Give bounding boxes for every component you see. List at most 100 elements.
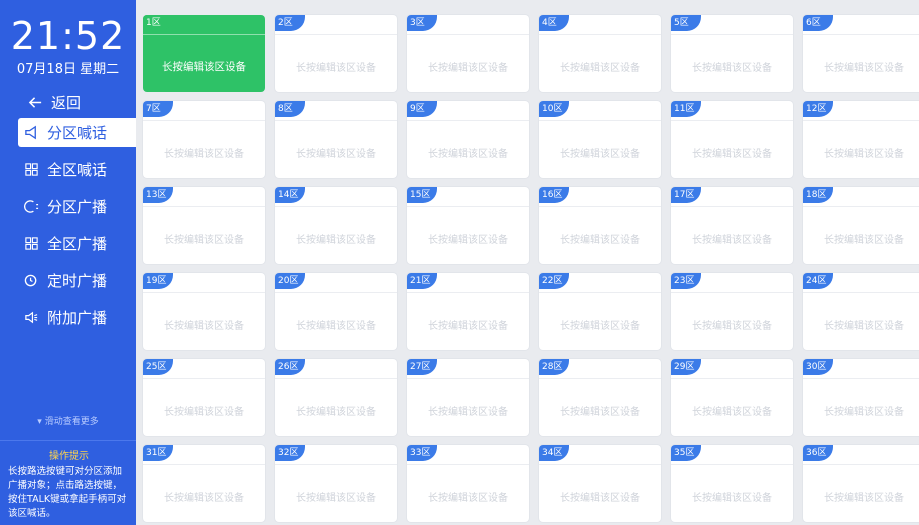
zone-tag: 26区 <box>275 359 305 375</box>
nav-item-scheduled-broadcast[interactable]: 定时广播 <box>18 266 136 295</box>
zone-tag: 9区 <box>407 101 437 117</box>
divider <box>803 206 919 207</box>
zone-card[interactable]: 3区 长按编辑该区设备 <box>407 15 529 92</box>
edit-hint: 长按编辑该区设备 <box>428 493 508 504</box>
nav-item-all-talk[interactable]: 全区喊话 <box>18 155 136 184</box>
zone-card[interactable]: 26区 长按编辑该区设备 <box>275 359 397 436</box>
zone-card[interactable]: 16区 长按编辑该区设备 <box>539 187 661 264</box>
divider <box>143 120 265 121</box>
edit-hint: 长按编辑该区设备 <box>692 63 772 74</box>
speaker-icon <box>20 310 42 325</box>
zone-tag: 4区 <box>539 15 569 31</box>
zone-card[interactable]: 30区 长按编辑该区设备 <box>803 359 919 436</box>
zone-card[interactable]: 28区 长按编辑该区设备 <box>539 359 661 436</box>
divider <box>539 206 661 207</box>
zone-card[interactable]: 24区 长按编辑该区设备 <box>803 273 919 350</box>
edit-hint: 长按编辑该区设备 <box>428 149 508 160</box>
zone-card[interactable]: 29区 长按编辑该区设备 <box>671 359 793 436</box>
divider <box>671 292 793 293</box>
scroll-more-label: 滑动查看更多 <box>44 417 99 427</box>
zone-card[interactable]: 20区 长按编辑该区设备 <box>275 273 397 350</box>
edit-hint: 长按编辑该区设备 <box>296 149 376 160</box>
zone-card[interactable]: 9区长按编辑该区设备 <box>407 101 529 178</box>
zone-card[interactable]: 5区 长按编辑该区设备 <box>671 15 793 92</box>
zone-tag: 23区 <box>671 273 701 289</box>
zone-tag: 35区 <box>671 445 701 461</box>
zone-tag: 15区 <box>407 187 437 203</box>
zone-card[interactable]: 19区 长按编辑该区设备 <box>143 273 265 350</box>
zone-tag: 25区 <box>143 359 173 375</box>
nav-item-zone-broadcast[interactable]: 分区广播 <box>18 192 136 221</box>
zone-card[interactable]: 32区 长按编辑该区设备 <box>275 445 397 522</box>
zone-card[interactable]: 14区长按编辑该区设备 <box>275 187 397 264</box>
zone-card[interactable]: 21区 长按编辑该区设备 <box>407 273 529 350</box>
zone-card[interactable]: 33区 长按编辑该区设备 <box>407 445 529 522</box>
zone-tag: 31区 <box>143 445 173 461</box>
divider <box>275 378 397 379</box>
edit-hint: 长按编辑该区设备 <box>692 235 772 246</box>
clock-date: 07月18日 星期二 <box>16 62 120 77</box>
hint-text: 长按路选按键可对分区添加广播对象；点击路选按键，按住TALK键或拿起手柄可对该区… <box>8 466 127 519</box>
divider <box>803 120 919 121</box>
zone-card[interactable]: 27区 长按编辑该区设备 <box>407 359 529 436</box>
zone-card[interactable]: 36区长按编辑该区设备 <box>803 445 919 522</box>
nav-item-zone-talk[interactable]: 分区喊话 <box>18 118 136 147</box>
zone-card[interactable]: 22区 长按编辑该区设备 <box>539 273 661 350</box>
divider <box>407 206 529 207</box>
edit-hint: 长按编辑该区设备 <box>560 235 640 246</box>
zone-card[interactable]: 34区 长按编辑该区设备 <box>539 445 661 522</box>
sidebar: 21:52 07月18日 星期二 返回 分区喊话 全区喊话 分区广播 全区广播 … <box>0 0 136 525</box>
zone-card[interactable]: 8区 长按编辑该区设备 <box>275 101 397 178</box>
nav-label: 分区广播 <box>47 198 108 216</box>
zone-card[interactable]: 13区 长按编辑该区设备 <box>143 187 265 264</box>
zone-tag: 36区 <box>803 445 833 461</box>
hint-title: 操作提示 <box>49 451 89 462</box>
nav-item-extra-broadcast[interactable]: 附加广播 <box>18 303 136 332</box>
edit-hint: 长按编辑该区设备 <box>296 235 376 246</box>
divider <box>275 292 397 293</box>
edit-hint: 长按编辑该区设备 <box>824 493 904 504</box>
zone-tag: 6区 <box>803 15 833 31</box>
back-button[interactable]: 返回 <box>22 88 140 117</box>
zone-card[interactable]: 12区 长按编辑该区设备 <box>803 101 919 178</box>
edit-hint: 长按编辑该区设备 <box>162 61 246 73</box>
zone-card[interactable]: 7区 长按编辑该区设备 <box>143 101 265 178</box>
edit-hint: 长按编辑该区设备 <box>692 321 772 332</box>
divider <box>275 206 397 207</box>
edit-hint: 长按编辑该区设备 <box>296 321 376 332</box>
zone-card[interactable]: 1区长按编辑该区设备 <box>143 15 265 92</box>
zone-card[interactable]: 11区 长按编辑该区设备 <box>671 101 793 178</box>
divider <box>671 34 793 35</box>
clock-time: 21:52 <box>10 14 126 58</box>
nav-item-all-broadcast[interactable]: 全区广播 <box>18 229 136 258</box>
zone-card[interactable]: 17区 长按编辑该区设备 <box>671 187 793 264</box>
zone-card[interactable]: 6区 长按编辑该区设备 <box>803 15 919 92</box>
zone-card[interactable]: 25区长按编辑该区设备 <box>143 359 265 436</box>
edit-hint: 长按编辑该区设备 <box>296 63 376 74</box>
zone-tag: 18区 <box>803 187 833 203</box>
zone-tag: 2区 <box>275 15 305 31</box>
zone-tag: 3区 <box>407 15 437 31</box>
divider <box>539 120 661 121</box>
broadcast-icon <box>20 199 42 214</box>
edit-hint: 长按编辑该区设备 <box>164 493 244 504</box>
scroll-more-hint: ▾ 滑动查看更多 <box>0 414 136 427</box>
divider <box>407 464 529 465</box>
zone-card[interactable]: 2区长按编辑该区设备 <box>275 15 397 92</box>
zone-tag: 29区 <box>671 359 701 375</box>
divider <box>143 292 265 293</box>
zone-tag: 1区 <box>143 15 173 31</box>
zone-tag: 14区 <box>275 187 305 203</box>
edit-hint: 长按编辑该区设备 <box>164 407 244 418</box>
zone-card[interactable]: 4区 长按编辑该区设备 <box>539 15 661 92</box>
zone-card[interactable]: 31区长按编辑该区设备 <box>143 445 265 522</box>
zone-tag: 21区 <box>407 273 437 289</box>
zone-card[interactable]: 35区 长按编辑该区设备 <box>671 445 793 522</box>
zone-card[interactable]: 23区长按编辑该区设备 <box>671 273 793 350</box>
divider <box>539 34 661 35</box>
zone-tag: 24区 <box>803 273 833 289</box>
edit-hint: 长按编辑该区设备 <box>692 149 772 160</box>
zone-card[interactable]: 15区 长按编辑该区设备 <box>407 187 529 264</box>
zone-card[interactable]: 18区 长按编辑该区设备 <box>803 187 919 264</box>
zone-card[interactable]: 10区 长按编辑该区设备 <box>539 101 661 178</box>
